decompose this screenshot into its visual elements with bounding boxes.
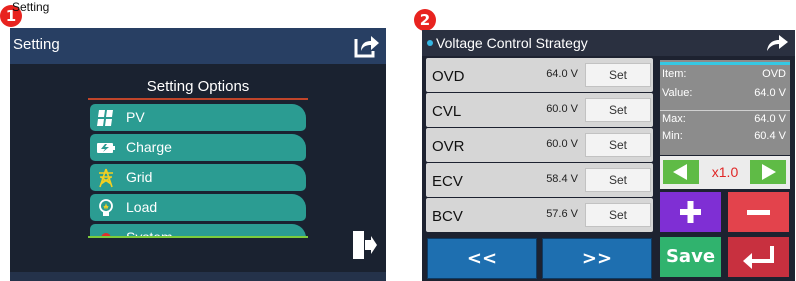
enter-button[interactable] [728,237,789,277]
list-bottom-divider [88,236,308,238]
max-value: 64.0 V [754,113,786,125]
min-key: Min: [662,130,683,142]
save-button[interactable]: Save [660,237,721,277]
param-name: ECV [432,173,463,190]
item-value: OVD [762,68,786,80]
share-arrow-icon[interactable] [352,32,380,60]
info-accent-bar [660,62,790,65]
caption-setting: Setting [12,0,50,14]
setting-header-title: Setting [13,36,60,53]
param-row-ovr: OVR 60.0 V Set [426,128,653,162]
load-button[interactable]: Load [90,194,306,221]
decrease-step-button[interactable] [663,160,699,184]
setting-options-title: Setting Options [146,78,250,95]
voltage-strategy-screen: Voltage Control Strategy OVD 64.0 V Set … [422,30,795,281]
share-arrow-icon[interactable] [765,33,789,53]
solar-panel-icon [97,110,113,126]
param-name: OVD [432,68,465,85]
voltage-header-title: Voltage Control Strategy [436,35,588,51]
options-divider [88,98,308,100]
charge-button[interactable]: Charge [90,134,306,161]
bulb-icon [99,199,113,216]
value-value: 64.0 V [754,87,786,99]
setting-header: Setting [10,28,386,64]
set-button[interactable]: Set [585,133,651,157]
plus-button[interactable] [660,192,721,232]
save-label: Save [665,246,716,267]
param-row-cvl: CVL 60.0 V Set [426,93,653,127]
load-label: Load [126,199,158,215]
info-panel: Item: OVD Value: 64.0 V Max: 64.0 V Min:… [660,60,790,155]
param-value: 60.0 V [546,103,578,115]
minus-icon [747,210,770,215]
prev-page-button[interactable]: << [427,238,537,279]
set-button[interactable]: Set [585,203,651,227]
minus-button[interactable] [728,192,789,232]
param-value: 60.0 V [546,138,578,150]
grid-button[interactable]: Grid [90,164,306,191]
param-row-ovd: OVD 64.0 V Set [426,58,653,92]
battery-charge-icon [97,143,115,153]
info-divider [660,110,790,111]
exit-door-icon[interactable] [350,230,378,260]
param-name: BCV [432,208,463,225]
power-tower-icon [99,168,113,188]
step-multiplier: x1.0 [711,164,739,180]
param-row-ecv: ECV 58.4 V Set [426,163,653,197]
step-badge-2: 2 [414,9,436,31]
param-name: CVL [432,103,462,120]
footer-strip [10,272,386,281]
next-page-button[interactable]: >> [542,238,652,279]
min-value: 60.4 V [754,130,786,142]
param-name: OVR [432,138,465,155]
item-key: Item: [662,68,687,80]
pv-label: PV [126,109,145,125]
voltage-header: Voltage Control Strategy [422,30,795,56]
charge-label: Charge [126,139,172,155]
set-button[interactable]: Set [585,98,651,122]
value-key: Value: [662,87,693,99]
arrow-left-icon [673,164,687,180]
enter-icon [743,246,774,269]
param-value: 64.0 V [546,68,578,80]
arrow-right-icon [762,164,776,180]
header-dot [427,40,433,46]
max-key: Max: [662,113,686,125]
increase-step-button[interactable] [750,160,786,184]
grid-label: Grid [126,169,153,185]
param-row-bcv: BCV 57.6 V Set [426,198,653,232]
set-button[interactable]: Set [585,63,651,87]
param-value: 57.6 V [546,208,578,220]
setting-screen: Setting Setting Options PV Charge Grid L… [10,28,386,281]
set-button[interactable]: Set [585,168,651,192]
param-value: 58.4 V [546,173,578,185]
pv-button[interactable]: PV [90,104,306,131]
plus-icon [680,201,701,223]
